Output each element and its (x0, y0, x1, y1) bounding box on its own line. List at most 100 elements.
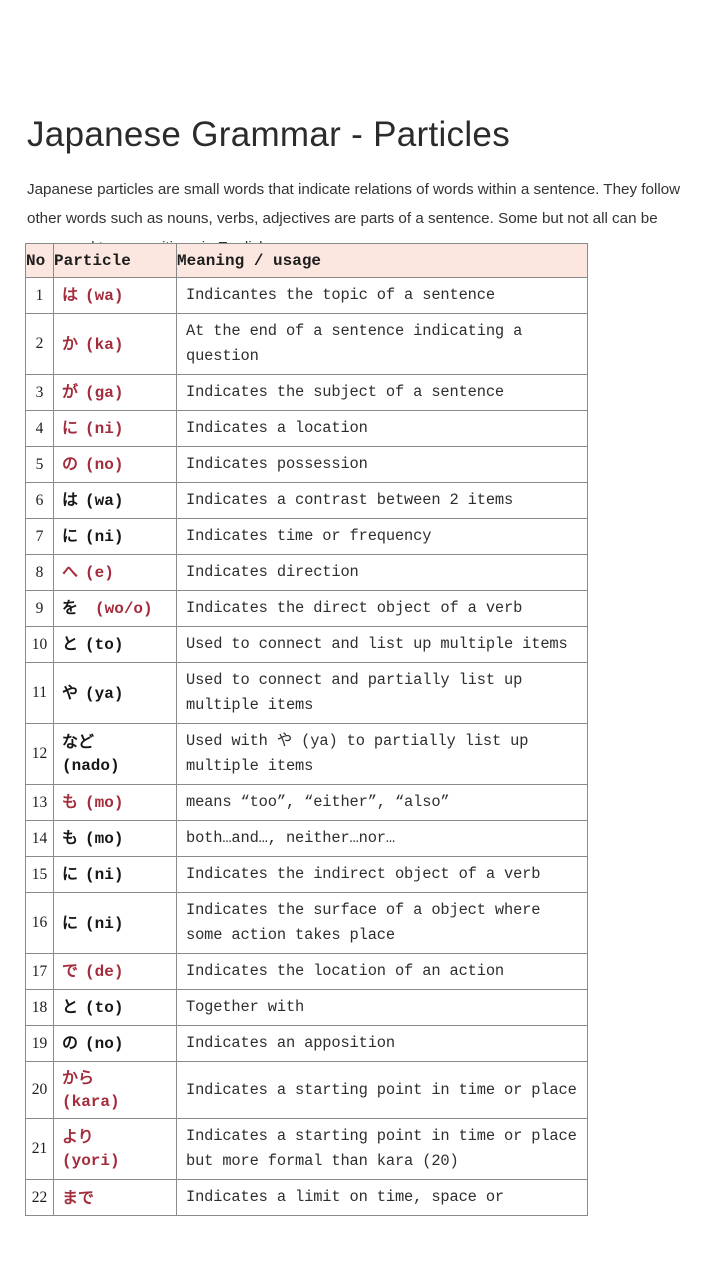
row-number: 12 (25, 723, 54, 785)
meaning-cell: Indicates a starting point in time or pl… (176, 1061, 588, 1119)
table-row: 16 に (ni) Indicates the surface of a object… (25, 892, 588, 954)
particle-cell: に (ni) (53, 892, 177, 954)
particle-romaji: (yori) (62, 1152, 120, 1170)
table-row: 8 へ (e) Indicates direction (25, 554, 588, 591)
meaning-cell: Indicates the surface of a object where … (176, 892, 588, 954)
particle-cell: と (to) (53, 989, 177, 1026)
particle-cell: で (de) (53, 953, 177, 990)
particle-romaji: (ga) (85, 384, 124, 402)
meaning-cell: Indicates an apposition (176, 1025, 588, 1062)
particle-cell: より (yori) (53, 1118, 177, 1180)
table-row: 13 も (mo) means “too”, “either”, “also” (25, 784, 588, 821)
particle-romaji: (no) (85, 1035, 124, 1053)
column-header-particle: Particle (53, 243, 177, 278)
row-number: 14 (25, 820, 54, 857)
particle-kana: も (62, 828, 79, 847)
table-row: 7 に (ni) Indicates time or frequency (25, 518, 588, 555)
row-number: 21 (25, 1118, 54, 1180)
particle-kana: も (62, 792, 79, 811)
meaning-cell: At the end of a sentence indicating a qu… (176, 313, 588, 375)
particle-kana: まで (62, 1187, 95, 1207)
table-row: 17 で (de) Indicates the location of an acti… (25, 953, 588, 990)
column-header-no: No (25, 243, 54, 278)
table-row: 4 に (ni) Indicates a location (25, 410, 588, 447)
table-row: 1 は (wa) Indicantes the topic of a sentence (25, 277, 588, 314)
row-number: 20 (25, 1061, 54, 1119)
meaning-cell: Indicates the location of an action (176, 953, 588, 990)
row-number: 16 (25, 892, 54, 954)
meaning-cell: Indicates a location (176, 410, 588, 447)
meaning-cell: both…and…, neither…nor… (176, 820, 588, 857)
particle-cell: が (ga) (53, 374, 177, 411)
row-number: 11 (25, 662, 54, 724)
row-number: 1 (25, 277, 54, 314)
particle-romaji: (ni) (85, 528, 124, 546)
particle-cell: は (wa) (53, 277, 177, 314)
row-number: 6 (25, 482, 54, 519)
particle-romaji: (nado) (62, 757, 120, 775)
table-row: 10 と (to) Used to connect and list up multi… (25, 626, 588, 663)
particle-romaji: (e) (85, 564, 114, 582)
particle-kana: か (62, 333, 79, 353)
table-row: 9 を (wo/o) Indicates the direct object of a… (25, 590, 588, 627)
particle-cell: へ (e) (53, 554, 177, 591)
particle-cell: に (ni) (53, 518, 177, 555)
particle-romaji: (ni) (85, 914, 124, 933)
particle-cell: まで (53, 1179, 177, 1216)
particle-cell: か (ka) (53, 313, 177, 375)
table-row: 6 は (wa) Indicates a contrast between 2 ite… (25, 482, 588, 519)
particle-kana: に (62, 912, 79, 932)
particle-kana: と (62, 997, 79, 1016)
particle-kana: の (62, 1033, 79, 1052)
table-body: 1 は (wa) Indicantes the topic of a sentence… (25, 277, 588, 1216)
particle-kana: に (62, 418, 79, 437)
table-header: No Particle Meaning / usage (25, 243, 588, 278)
row-number: 19 (25, 1025, 54, 1062)
table-row: 12 など (nado) Used with や (ya) to partially … (25, 723, 588, 785)
row-number: 13 (25, 784, 54, 821)
particle-kana: は (62, 490, 79, 509)
particle-romaji: (wo/o) (95, 600, 153, 618)
row-number: 18 (25, 989, 54, 1026)
row-number: 7 (25, 518, 54, 555)
meaning-cell: means “too”, “either”, “also” (176, 784, 588, 821)
particle-romaji: (no) (85, 456, 124, 474)
meaning-cell: Used to connect and list up multiple ite… (176, 626, 588, 663)
particle-kana: が (62, 382, 79, 401)
particle-kana: の (62, 454, 79, 473)
particle-kana: に (62, 526, 79, 545)
particle-romaji: (to) (85, 999, 124, 1017)
particle-kana: へ (62, 562, 79, 581)
row-number: 3 (25, 374, 54, 411)
particle-cell: に (ni) (53, 856, 177, 893)
row-number: 9 (25, 590, 54, 627)
table-row: 19 の (no) Indicates an apposition (25, 1025, 588, 1062)
table-row: 22 まで Indicates a limit on time, space or (25, 1179, 588, 1216)
particle-kana: で (62, 961, 79, 980)
row-number: 17 (25, 953, 54, 990)
particle-kana: より (62, 1127, 94, 1146)
meaning-cell: Indicates the indirect object of a verb (176, 856, 588, 893)
column-header-meaning: Meaning / usage (176, 243, 588, 278)
meaning-cell: Indicates direction (176, 554, 588, 591)
meaning-cell: Used with や (ya) to partially list up mu… (176, 723, 588, 785)
row-number: 4 (25, 410, 54, 447)
row-number: 2 (25, 313, 54, 375)
particle-cell: や (ya) (53, 662, 177, 724)
particle-kana: と (62, 634, 79, 653)
particle-romaji: (ka) (85, 335, 124, 354)
particle-cell: も (mo) (53, 784, 177, 821)
document-page: Japanese Grammar - Particles Japanese pa… (0, 0, 720, 1280)
particle-cell: を (wo/o) (53, 590, 177, 627)
row-number: 10 (25, 626, 54, 663)
meaning-cell: Indicates the direct object of a verb (176, 590, 588, 627)
particle-romaji: (wa) (85, 287, 124, 305)
particle-romaji: (ni) (85, 420, 124, 438)
particle-romaji: (wa) (85, 492, 124, 510)
meaning-cell: Together with (176, 989, 588, 1026)
row-number: 22 (25, 1179, 54, 1216)
particle-romaji: (ni) (85, 866, 124, 884)
table-row: 20 から (kara) Indicates a starting point in … (25, 1061, 588, 1119)
particle-romaji: (kara) (62, 1093, 120, 1111)
particle-cell: は (wa) (53, 482, 177, 519)
